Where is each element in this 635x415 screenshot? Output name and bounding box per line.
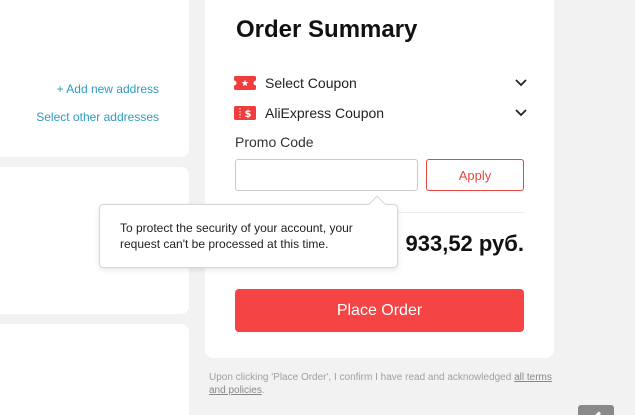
chevron-down-icon[interactable]	[513, 75, 529, 91]
coupon-dollar-icon: $	[234, 106, 256, 120]
apply-button[interactable]: Apply	[426, 159, 524, 191]
promo-code-input[interactable]	[235, 159, 418, 191]
disclaimer-text: Upon clicking 'Place Order', I confirm I…	[209, 372, 515, 383]
aliexpress-coupon-row[interactable]: $ AliExpress Coupon	[234, 103, 529, 123]
security-error-tooltip: To protect the security of your account,…	[99, 195, 398, 268]
aliexpress-coupon-label: AliExpress Coupon	[265, 105, 385, 121]
edit-icon	[590, 408, 602, 415]
terms-disclaimer: Upon clicking 'Place Order', I confirm I…	[209, 371, 559, 397]
feedback-button[interactable]	[578, 405, 614, 415]
svg-text:$: $	[245, 109, 252, 120]
promo-code-label: Promo Code	[235, 134, 314, 150]
chevron-down-icon[interactable]	[513, 105, 529, 121]
select-coupon-label: Select Coupon	[265, 75, 357, 91]
coupon-ticket-icon	[234, 76, 256, 90]
select-other-addresses-link[interactable]: Select other addresses	[36, 110, 159, 124]
items-card	[0, 324, 189, 415]
add-new-address-link[interactable]: + Add new address	[57, 82, 159, 96]
total-price: 933,52 руб.	[405, 231, 525, 256]
tooltip-message: To protect the security of your account,…	[120, 221, 353, 251]
address-card: + Add new address Select other addresses	[0, 0, 189, 157]
disclaimer-end: .	[261, 385, 265, 396]
order-summary-card: Order Summary Select Coupon $ AliExpress…	[205, 0, 554, 358]
order-summary-title: Order Summary	[236, 16, 418, 43]
place-order-button[interactable]: Place Order	[235, 289, 524, 332]
select-coupon-row[interactable]: Select Coupon	[234, 73, 529, 93]
